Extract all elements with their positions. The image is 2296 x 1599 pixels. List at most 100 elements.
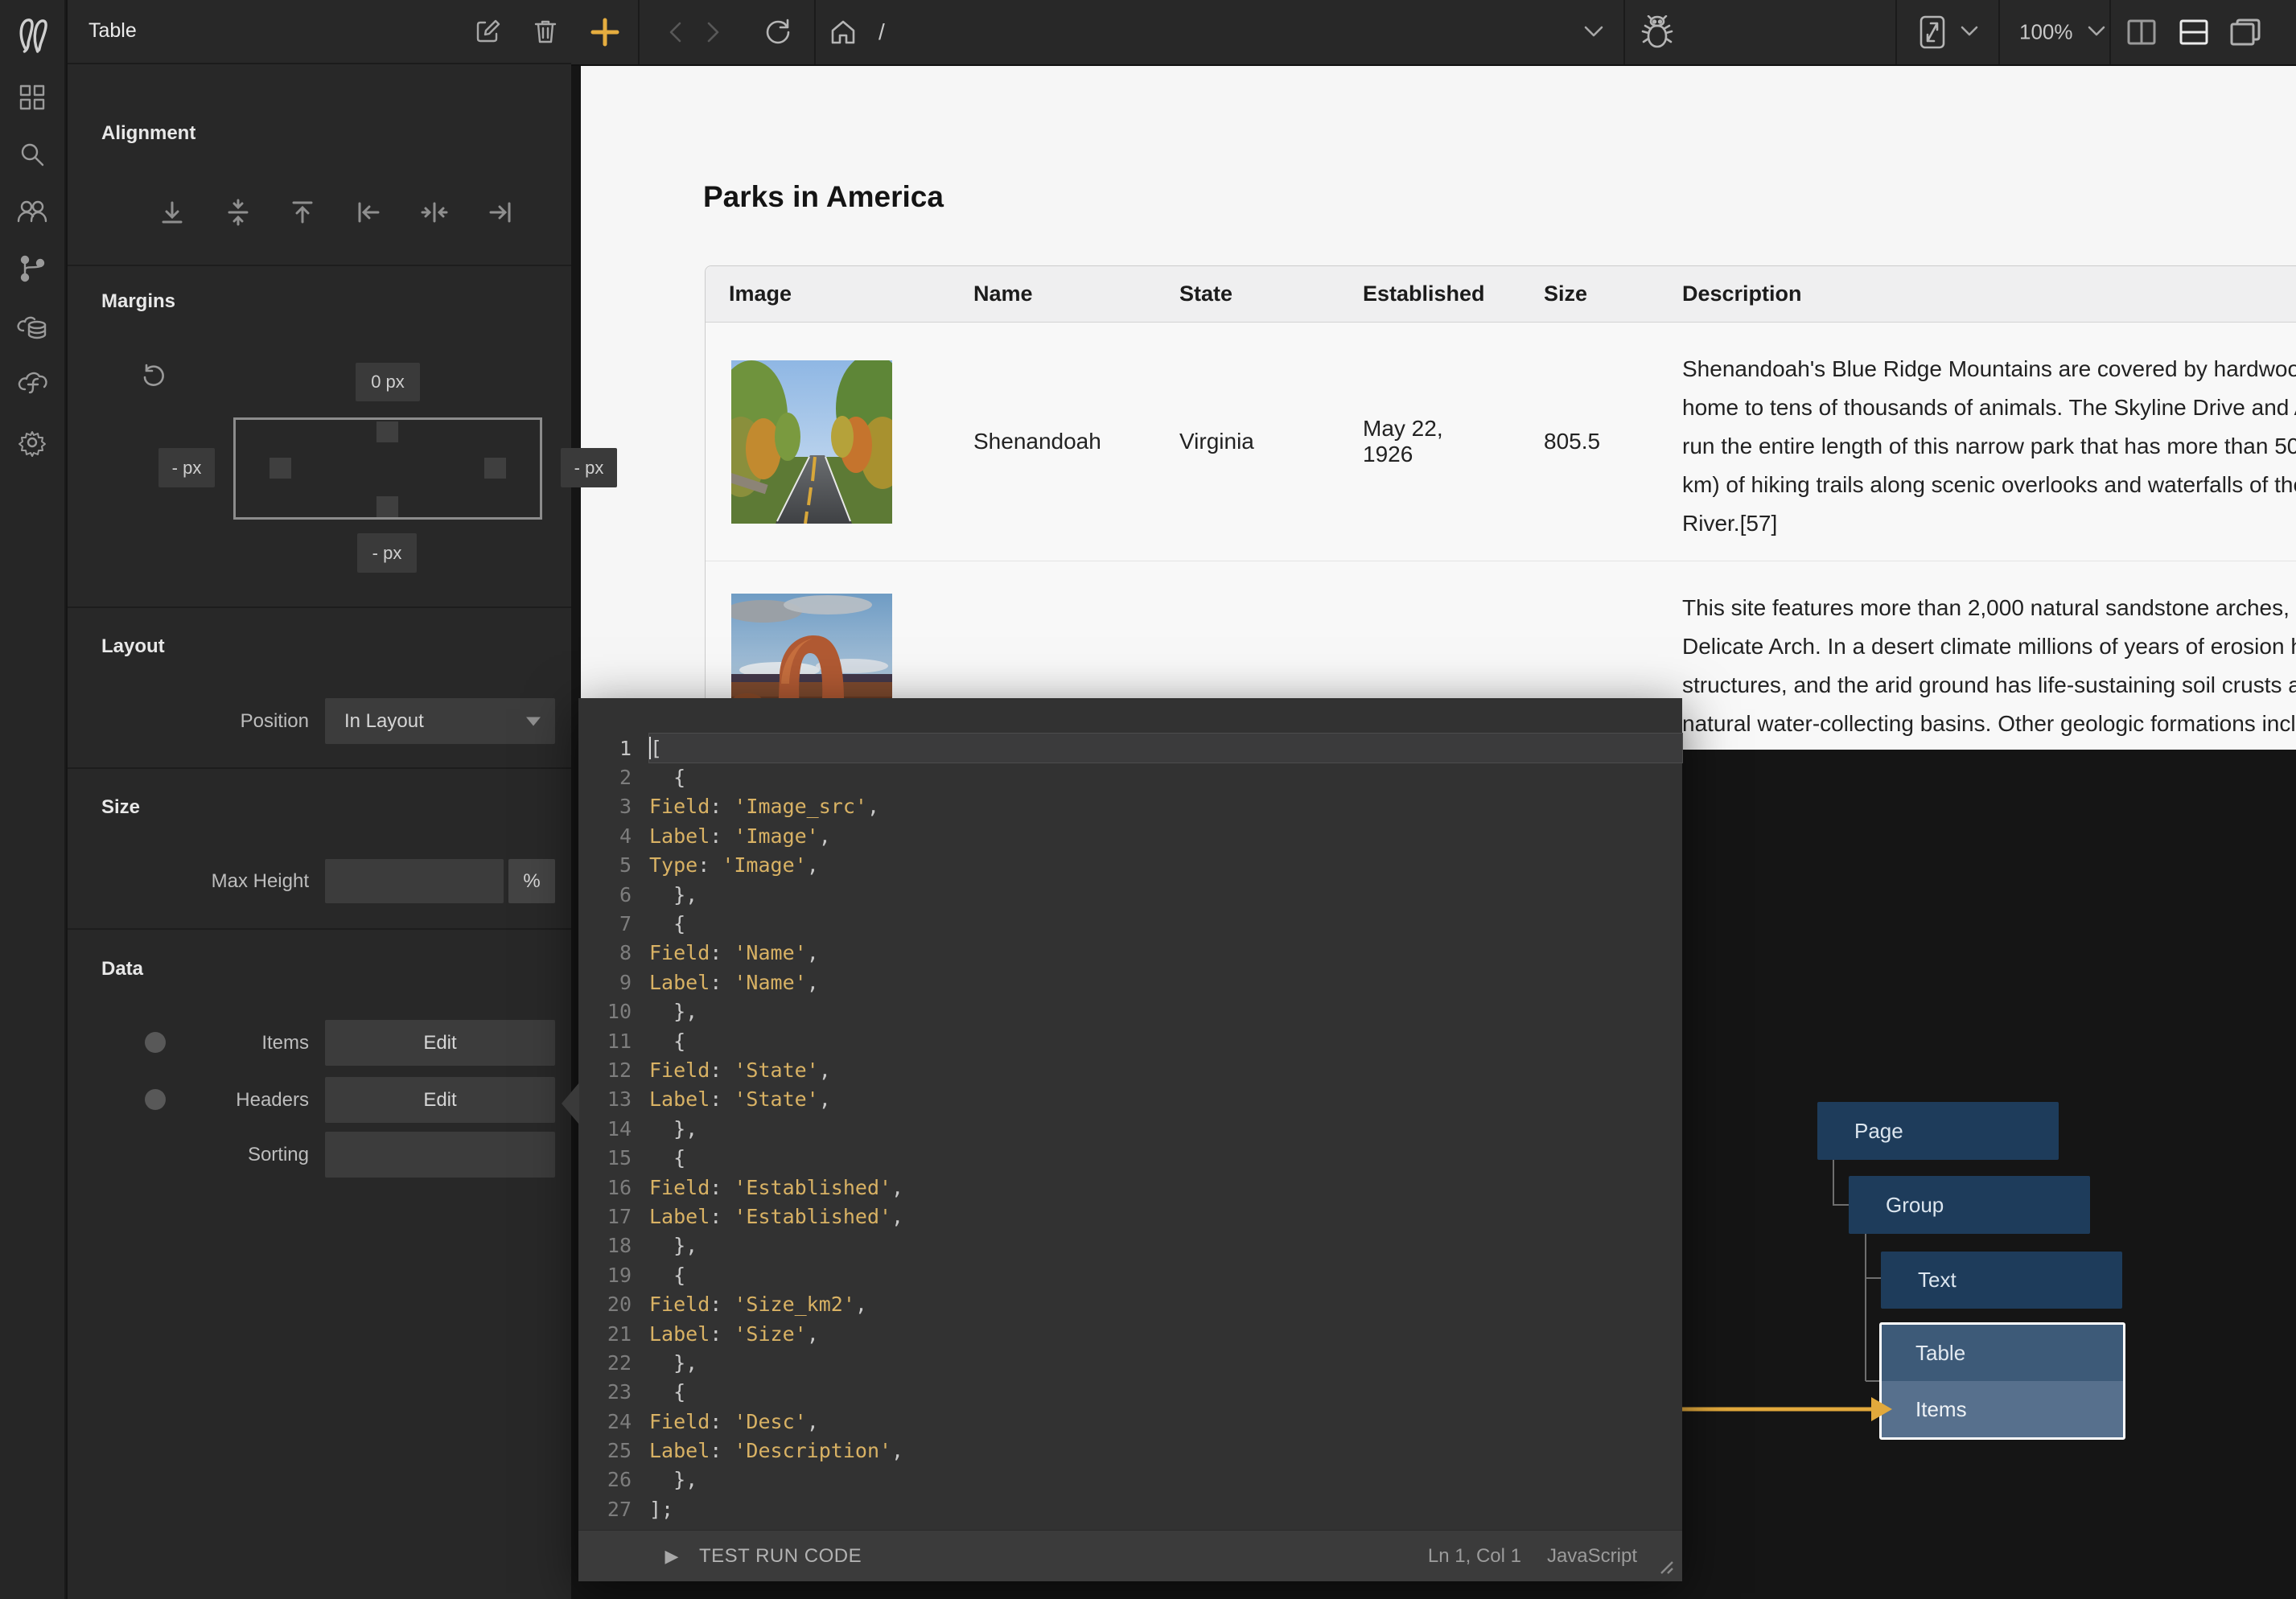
cloud-data-icon[interactable] (15, 310, 49, 344)
code-line[interactable]: 24 Field: 'Desc', (578, 1407, 1682, 1436)
search-icon[interactable] (15, 138, 49, 171)
rename-pencil-icon[interactable] (474, 18, 503, 47)
collaboration-users-icon[interactable] (15, 195, 49, 228)
park-state-cell: Virginia (1156, 323, 1339, 561)
code-line[interactable]: 27]; (578, 1494, 1682, 1523)
code-line[interactable]: 19 { (578, 1260, 1682, 1289)
cloud-functions-icon[interactable] (15, 366, 49, 400)
code-line[interactable]: 1[ (578, 734, 1682, 763)
position-value: In Layout (344, 710, 424, 733)
code-line[interactable]: 21 Label: 'Size', (578, 1319, 1682, 1348)
viewport-dropdown-chevron-icon[interactable] (1951, 14, 1988, 51)
margin-bottom-handle[interactable] (376, 496, 398, 517)
code-line[interactable]: 14 }, (578, 1114, 1682, 1143)
node-group[interactable]: Group (1849, 1176, 2090, 1234)
code-line[interactable]: 11 { (578, 1026, 1682, 1055)
delete-trash-icon[interactable] (533, 18, 562, 47)
settings-gear-icon[interactable] (15, 425, 49, 459)
preview-path[interactable]: / (878, 19, 885, 45)
run-play-icon[interactable]: ▶ (665, 1546, 679, 1567)
position-dropdown[interactable]: In Layout (325, 698, 555, 744)
align-top-icon[interactable] (286, 196, 319, 228)
align-right-icon[interactable] (484, 196, 516, 228)
add-component-icon[interactable] (586, 14, 623, 51)
topbar-divider (638, 0, 640, 64)
line-number: 26 (578, 1468, 632, 1491)
code-line[interactable]: 25 Label: 'Description', (578, 1436, 1682, 1465)
node-table[interactable]: Table (1882, 1325, 2123, 1381)
margins-reset-icon[interactable] (142, 364, 167, 389)
code-line[interactable]: 13 Label: 'State', (578, 1085, 1682, 1114)
code-line[interactable]: 22 }, (578, 1348, 1682, 1377)
chevron-down-icon (526, 717, 541, 726)
icon-sidebar (0, 0, 66, 1599)
zoom-level-value[interactable]: 100% (2019, 20, 2073, 45)
delicate-arch-photo (731, 594, 892, 714)
nav-forward-icon[interactable] (694, 14, 731, 51)
margin-right-input[interactable]: - px (561, 448, 617, 487)
center-vertical-icon[interactable] (222, 196, 254, 228)
margin-left-input[interactable]: - px (158, 448, 215, 487)
parks-table: Image Name State Established Size Descri… (705, 265, 2296, 750)
node-table-items-input[interactable]: Items (1882, 1381, 2123, 1437)
node-table-selected[interactable]: Table Items (1879, 1322, 2125, 1440)
margin-right-handle[interactable] (484, 458, 506, 479)
line-number: 12 (578, 1058, 632, 1082)
home-icon[interactable] (825, 14, 862, 51)
resize-grip[interactable] (1653, 1554, 1674, 1575)
components-grid-icon[interactable] (15, 80, 49, 114)
size-section-label: Size (101, 796, 140, 819)
items-edit-button[interactable]: Edit (325, 1020, 555, 1066)
topbar-divider (2109, 0, 2111, 64)
split-rows-icon[interactable] (2175, 14, 2212, 51)
code-line[interactable]: 20 Field: 'Size_km2', (578, 1289, 1682, 1318)
code-line[interactable]: 7 { (578, 909, 1682, 938)
preview-dropdown-chevron-icon[interactable] (1575, 14, 1612, 51)
park-name-cell: Shenandoah (950, 323, 1156, 561)
preview-canvas: Parks in America Image Name State Establ… (581, 66, 2296, 750)
line-number: 5 (578, 853, 632, 877)
code-line[interactable]: 2 { (578, 763, 1682, 791)
max-height-unit[interactable]: % (508, 859, 555, 903)
align-left-icon[interactable] (352, 196, 385, 228)
nav-back-icon[interactable] (657, 14, 694, 51)
code-line[interactable]: 16 Field: 'Established', (578, 1173, 1682, 1202)
refresh-icon[interactable] (760, 14, 797, 51)
code-line[interactable]: 3 Field: 'Image_src', (578, 792, 1682, 821)
headers-edit-button[interactable]: Edit (325, 1077, 555, 1123)
code-lines[interactable]: 1[2 {3 Field: 'Image_src',4 Label: 'Imag… (578, 734, 1682, 1524)
code-line[interactable]: 6 }, (578, 880, 1682, 909)
topbar-divider (1998, 0, 2000, 64)
margin-bottom-input[interactable]: - px (357, 533, 417, 573)
test-run-code-button[interactable]: TEST RUN CODE (699, 1545, 862, 1568)
stacked-windows-icon[interactable] (2227, 14, 2264, 51)
code-line[interactable]: 4 Label: 'Image', (578, 821, 1682, 850)
code-line[interactable]: 9 Label: 'Name', (578, 968, 1682, 997)
center-horizontal-icon[interactable] (418, 196, 451, 228)
version-control-branch-icon[interactable] (15, 252, 49, 286)
split-columns-icon[interactable] (2123, 14, 2160, 51)
sorting-input[interactable] (325, 1132, 555, 1178)
code-line[interactable]: 8 Field: 'Name', (578, 939, 1682, 968)
preview-topbar: / 100% (571, 0, 2296, 66)
debug-bug-icon[interactable] (1639, 14, 1676, 51)
code-line[interactable]: 12 Field: 'State', (578, 1055, 1682, 1084)
code-line[interactable]: 17 Label: 'Established', (578, 1202, 1682, 1231)
code-line[interactable]: 15 { (578, 1143, 1682, 1172)
max-height-label: Max Height (68, 859, 309, 903)
code-line[interactable]: 10 }, (578, 997, 1682, 1026)
section-divider (68, 928, 571, 930)
page-heading: Parks in America (703, 180, 944, 214)
node-page[interactable]: Page (1817, 1102, 2059, 1160)
margin-left-handle[interactable] (270, 458, 291, 479)
viewport-size-icon[interactable] (1914, 14, 1951, 51)
code-line[interactable]: 5 Type: 'Image', (578, 851, 1682, 880)
margin-top-handle[interactable] (376, 421, 398, 442)
max-height-input[interactable] (325, 859, 504, 903)
code-line[interactable]: 23 { (578, 1378, 1682, 1407)
node-text[interactable]: Text (1881, 1252, 2122, 1309)
align-bottom-icon[interactable] (156, 196, 188, 228)
margin-top-input[interactable]: 0 px (356, 363, 420, 401)
code-line[interactable]: 26 }, (578, 1465, 1682, 1494)
code-line[interactable]: 18 }, (578, 1231, 1682, 1260)
